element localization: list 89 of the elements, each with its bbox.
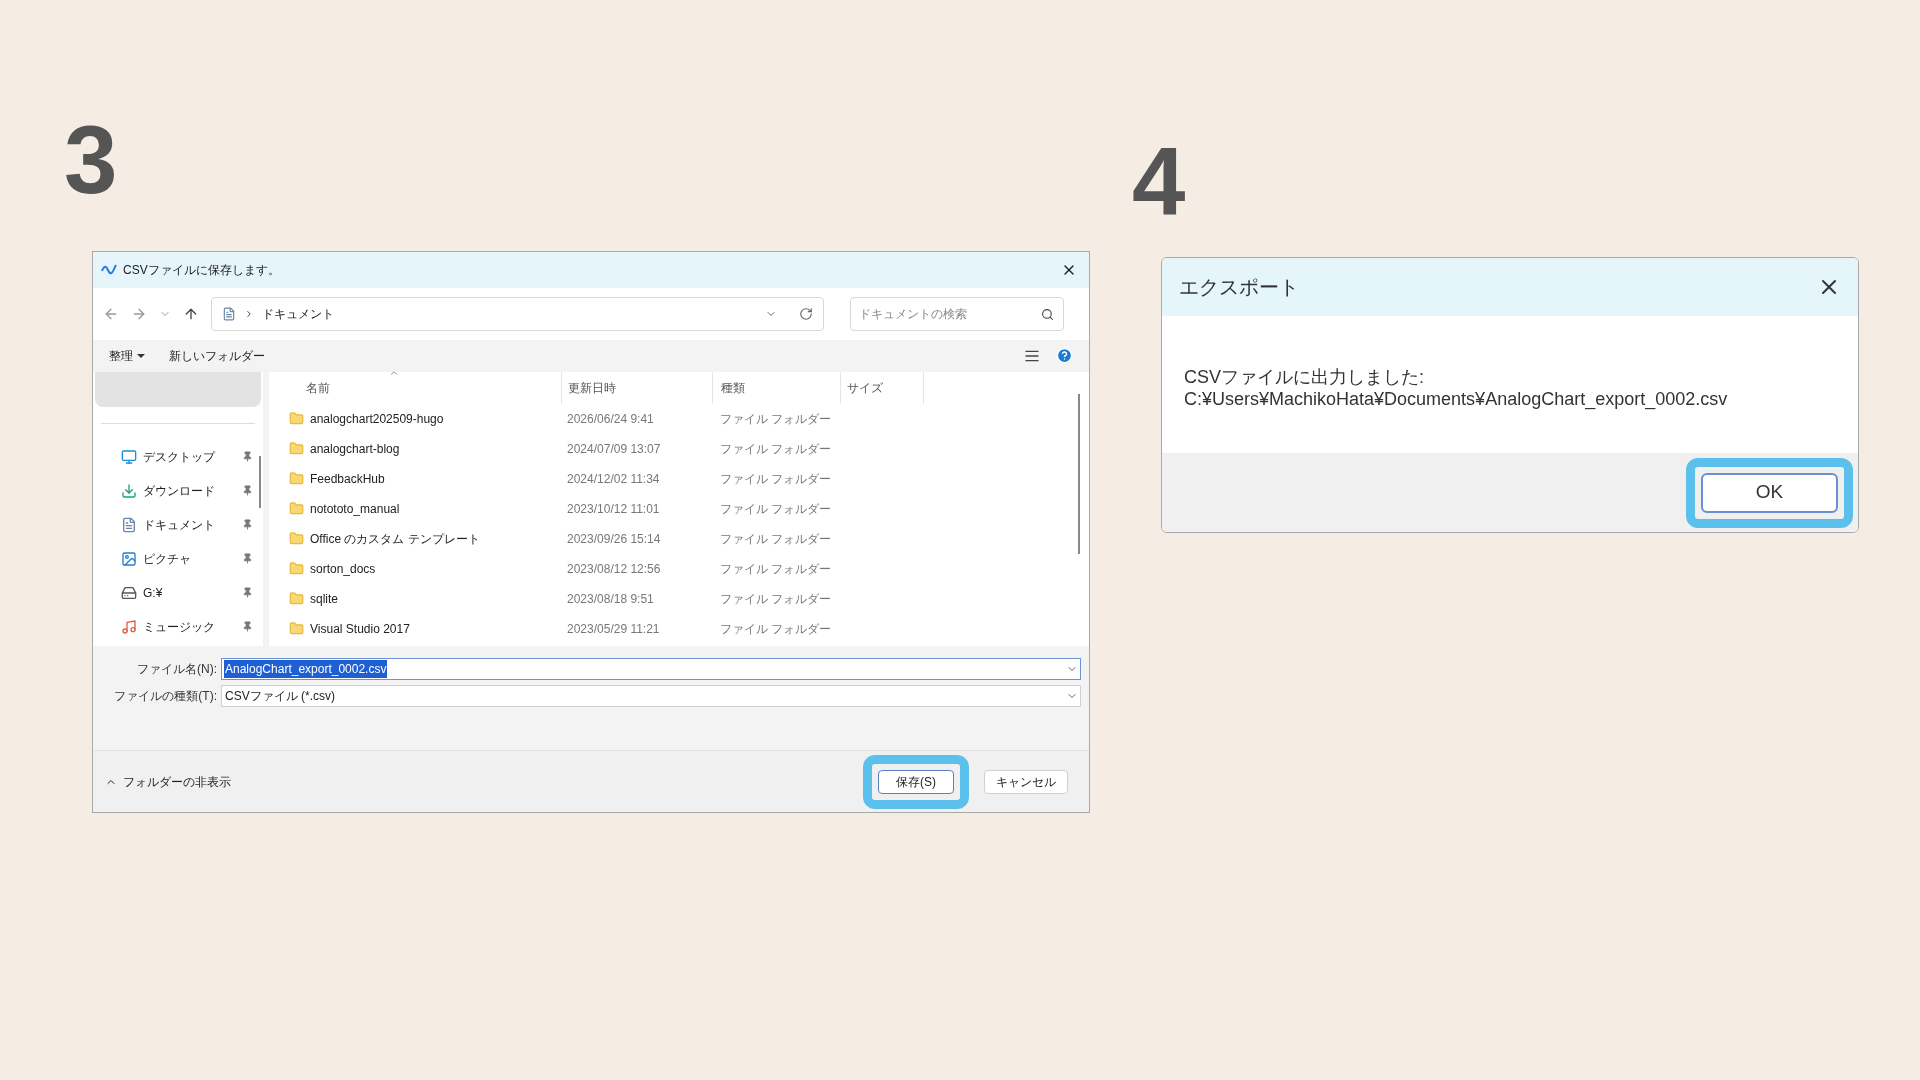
item-type: ファイル フォルダー: [719, 530, 833, 548]
file-name-field[interactable]: AnalogChart_export_0002.csv: [221, 657, 1081, 680]
folder-name: sqlite: [310, 590, 338, 608]
search-icon: [1041, 307, 1054, 321]
document-icon: [222, 306, 236, 321]
folder-icon: [289, 621, 304, 637]
nav-item[interactable]: G:¥: [93, 575, 263, 610]
save-button[interactable]: 保存(S): [878, 769, 954, 794]
item-type: ファイル フォルダー: [719, 590, 833, 608]
column-header[interactable]: 種類: [712, 371, 840, 404]
nav-item[interactable]: ドキュメント: [93, 507, 263, 542]
caret-icon: [137, 353, 145, 358]
folder-icon: [289, 561, 304, 577]
folder-row[interactable]: Office のカスタム テンプレート 2023/09/26 15:14 ファイル フォルダー: [269, 523, 1089, 554]
folder-row[interactable]: sqlite 2023/08/18 9:51 ファイル フォルダー: [269, 583, 1089, 614]
music-icon: [121, 618, 137, 635]
folder-row[interactable]: notototo_manual 2023/10/12 11:01 ファイル フォルダー: [269, 493, 1089, 524]
nav-item[interactable]: デスクトップ: [93, 439, 263, 474]
breadcrumb-chevron-icon: [244, 308, 254, 319]
pin-icon[interactable]: [242, 587, 253, 599]
modified-date: 2024/07/09 13:07: [566, 440, 662, 458]
file-type-dropdown[interactable]: CSVファイル (*.csv): [221, 684, 1081, 707]
drive-icon: [121, 584, 137, 601]
search-field[interactable]: ドキュメントの検索: [850, 296, 1064, 331]
item-type: ファイル フォルダー: [719, 560, 833, 578]
column-header[interactable]: 名前: [269, 371, 561, 404]
folder-name: notototo_manual: [310, 500, 400, 518]
window-title: CSVファイルに保存します。: [123, 261, 280, 279]
folder-name: analogchart202509-hugo: [310, 410, 444, 428]
folder-row[interactable]: sorton_docs 2023/08/12 12:56 ファイル フォルダー: [269, 553, 1089, 584]
folder-row[interactable]: analogchart202509-hugo 2026/06/24 9:41 ファイル フォルダー: [269, 403, 1089, 434]
folder-name: Office のカスタム テンプレート: [310, 530, 480, 548]
message-text: CSVファイルに出力しました:: [1184, 365, 1425, 388]
folder-icon: [289, 411, 304, 427]
column-header[interactable]: サイズ: [840, 371, 924, 404]
download-icon: [121, 482, 137, 499]
modified-date: 2024/12/02 11:34: [566, 470, 661, 488]
modified-date: 2023/05/29 11:21: [566, 620, 661, 638]
scrollbar-thumb[interactable]: [259, 455, 261, 508]
item-type: ファイル フォルダー: [719, 410, 833, 428]
message-text: C:¥Users¥MachikoHata¥Documents¥AnalogChart_export_0002.csv: [1184, 387, 1729, 410]
pin-icon[interactable]: [242, 519, 253, 531]
help-icon[interactable]: [1056, 347, 1073, 365]
folder-name: Visual Studio 2017: [310, 620, 410, 638]
nav-item[interactable]: ピクチャ: [93, 541, 263, 576]
folder-icon: [289, 501, 304, 517]
new-folder-button[interactable]: 新しいフォルダー: [169, 346, 265, 365]
window-title: エクスポート: [1179, 275, 1299, 300]
pin-icon[interactable]: [242, 485, 253, 497]
modified-date: 2023/10/12 11:01: [566, 500, 661, 518]
nav-item[interactable]: ミュージック: [93, 609, 263, 644]
item-type: ファイル フォルダー: [719, 500, 833, 518]
ok-button[interactable]: OK: [1701, 472, 1838, 513]
modified-date: 2026/06/24 9:41: [566, 410, 655, 428]
address-bar[interactable]: ドキュメント: [211, 296, 824, 331]
picture-icon: [121, 550, 137, 567]
step-number: 4: [1132, 134, 1186, 230]
pin-icon[interactable]: [242, 451, 253, 463]
folder-icon: [289, 471, 304, 487]
folder-icon: [289, 441, 304, 457]
modified-date: 2023/08/18 9:51: [566, 590, 655, 608]
folder-row[interactable]: FeedbackHub 2024/12/02 11:34 ファイル フォルダー: [269, 463, 1089, 494]
organize-menu-button[interactable]: 整理: [109, 346, 145, 365]
scrollbar-thumb[interactable]: [1078, 393, 1080, 554]
modified-date: 2023/09/26 15:14: [566, 530, 662, 548]
monitor-icon: [121, 448, 137, 465]
column-header[interactable]: 更新日時: [561, 371, 712, 404]
folder-icon: [289, 531, 304, 547]
folder-icon: [289, 591, 304, 607]
address-location: ドキュメント: [262, 305, 334, 323]
item-type: ファイル フォルダー: [719, 470, 833, 488]
pin-icon[interactable]: [242, 553, 253, 565]
folder-name: FeedbackHub: [310, 470, 385, 488]
document-icon: [121, 516, 137, 533]
step-number: 3: [64, 112, 118, 208]
folder-row[interactable]: analogchart-blog 2024/07/09 13:07 ファイル フォルダー: [269, 433, 1089, 464]
item-type: ファイル フォルダー: [719, 620, 833, 638]
folder-name: analogchart-blog: [310, 440, 400, 458]
folder-row[interactable]: Visual Studio 2017 2023/05/29 11:21 ファイル フォルダー: [269, 613, 1089, 644]
folder-name: sorton_docs: [310, 560, 376, 578]
cancel-button[interactable]: キャンセル: [984, 769, 1068, 794]
item-type: ファイル フォルダー: [719, 440, 833, 458]
nav-item[interactable]: ダウンロード: [93, 473, 263, 508]
pin-icon[interactable]: [242, 621, 253, 633]
hide-folders-toggle[interactable]: フォルダーの非表示: [105, 772, 231, 791]
modified-date: 2023/08/12 12:56: [566, 560, 662, 578]
refresh-icon[interactable]: [799, 306, 813, 321]
field-label: ファイル名(N):: [136, 660, 218, 678]
field-label: ファイルの種類(T):: [113, 687, 218, 705]
